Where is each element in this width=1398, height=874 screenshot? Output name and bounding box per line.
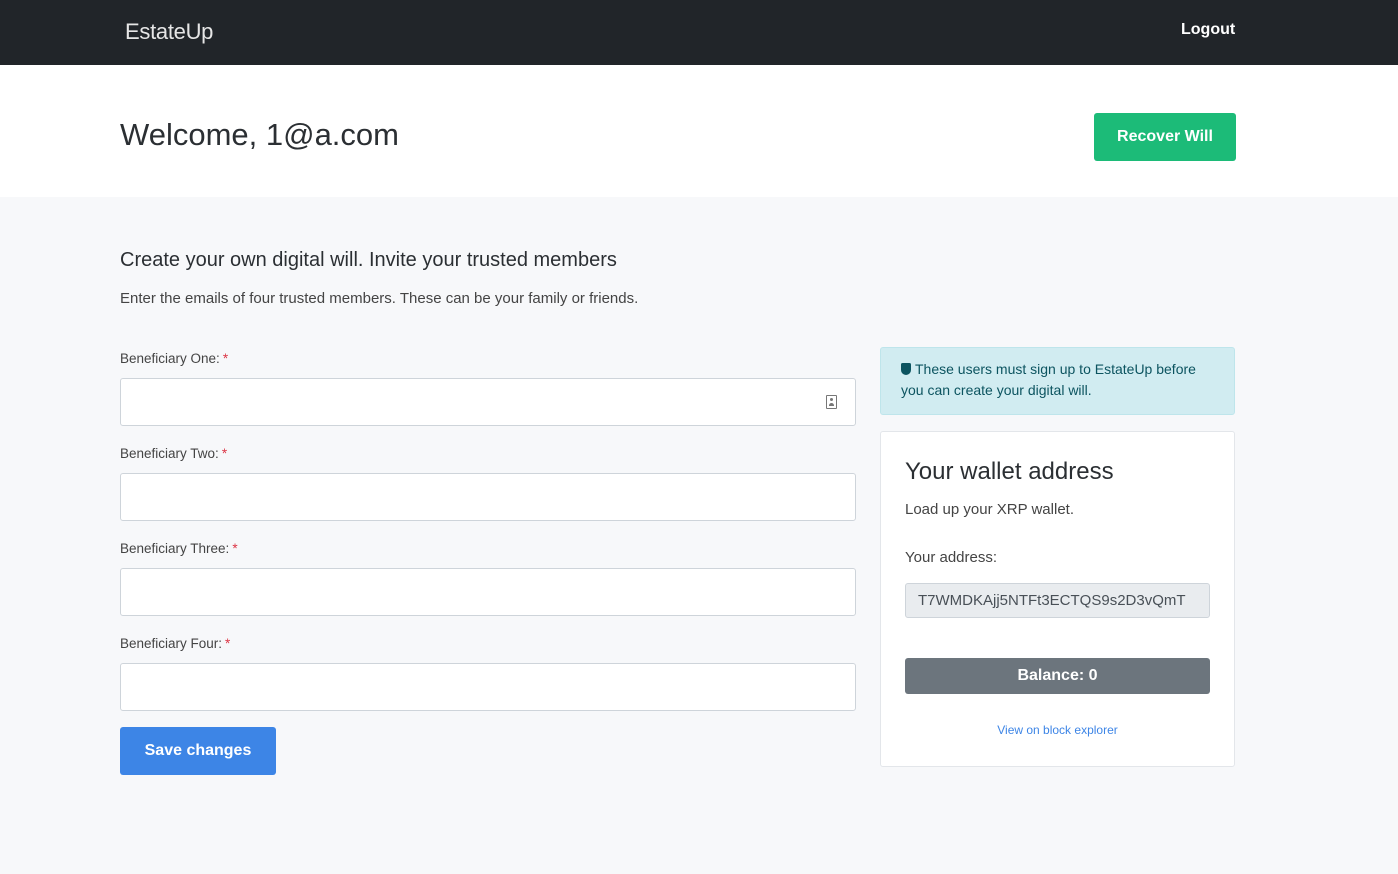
page-title: Welcome, 1@a.com — [120, 117, 399, 152]
beneficiary-four-input[interactable] — [120, 663, 856, 711]
welcome-header: Welcome, 1@a.com Recover Will — [0, 65, 1398, 197]
beneficiary-one-input[interactable] — [120, 378, 856, 426]
required-mark: * — [222, 351, 229, 366]
address-label: Your address: — [905, 549, 998, 566]
wallet-subtitle: Load up your XRP wallet. — [905, 501, 1074, 518]
section-subtitle: Enter the emails of four trusted members… — [120, 290, 639, 307]
beneficiary-three-input[interactable] — [120, 568, 856, 616]
block-explorer-link[interactable]: View on block explorer — [881, 723, 1234, 737]
save-changes-button[interactable]: Save changes — [120, 727, 276, 775]
balance-button[interactable]: Balance: 0 — [905, 658, 1210, 694]
required-mark: * — [221, 446, 228, 461]
beneficiary-one-label: Beneficiary One: * — [120, 351, 229, 366]
alert-text: These users must sign up to EstateUp bef… — [901, 361, 1196, 398]
beneficiary-two-label: Beneficiary Two: * — [120, 446, 228, 461]
info-alert: These users must sign up to EstateUp bef… — [880, 347, 1235, 415]
shield-icon — [901, 363, 911, 375]
recover-will-button[interactable]: Recover Will — [1094, 113, 1236, 161]
top-navbar: EstateUp Logout — [0, 0, 1398, 65]
logout-link[interactable]: Logout — [1181, 21, 1235, 39]
beneficiary-four-label: Beneficiary Four: * — [120, 636, 231, 651]
beneficiary-two-input[interactable] — [120, 473, 856, 521]
required-mark: * — [225, 636, 231, 651]
brand-logo[interactable]: EstateUp — [125, 19, 213, 45]
beneficiary-three-label: Beneficiary Three: * — [120, 541, 238, 556]
wallet-address-field[interactable] — [905, 583, 1210, 618]
contact-card-icon[interactable] — [826, 395, 837, 409]
required-mark: * — [232, 541, 238, 556]
wallet-title: Your wallet address — [905, 458, 1114, 485]
section-title: Create your own digital will. Invite you… — [120, 249, 617, 271]
wallet-card: Your wallet address Load up your XRP wal… — [880, 431, 1235, 767]
